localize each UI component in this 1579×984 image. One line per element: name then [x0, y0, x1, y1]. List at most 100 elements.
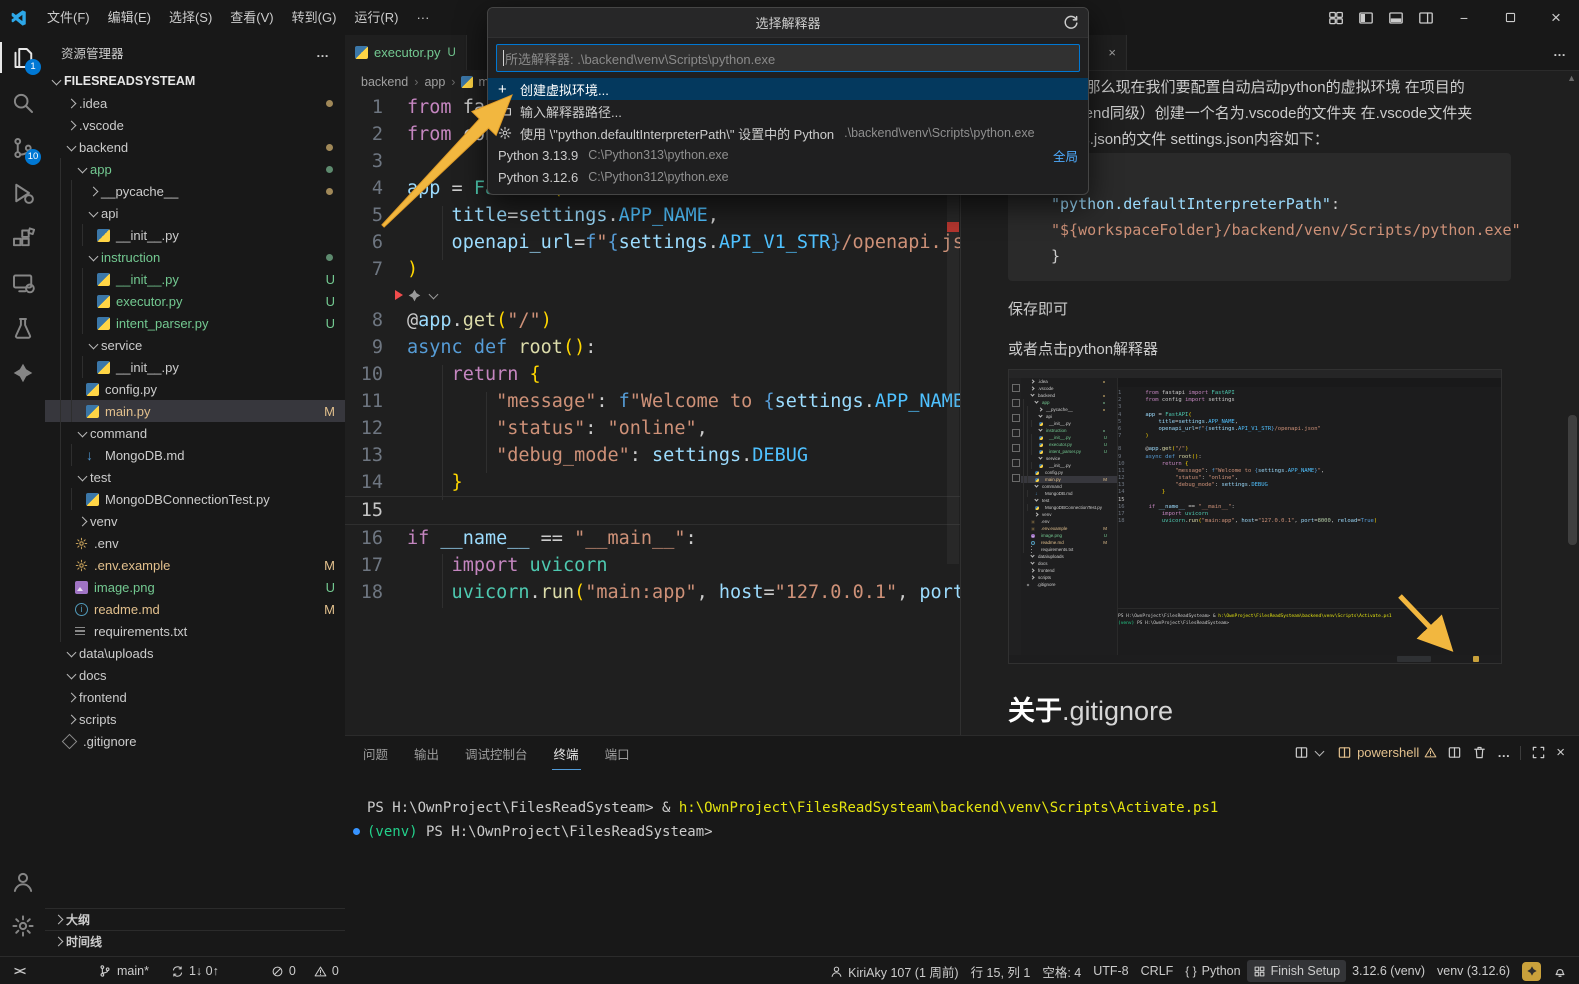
tree-item-test[interactable]: test — [45, 466, 345, 488]
interpreter-option[interactable]: + 创建虚拟环境... — [488, 78, 1088, 100]
outline-section[interactable]: 大纲 — [45, 908, 345, 930]
status-UTF-8[interactable]: UTF-8 — [1087, 960, 1134, 982]
activity-explorer[interactable]: 1 — [0, 35, 45, 80]
tree-item-.idea[interactable]: .idea — [45, 92, 345, 114]
sidebar-more-icon[interactable]: … — [316, 45, 329, 60]
preview-scrollbar[interactable] — [1568, 415, 1577, 545]
interpreter-option[interactable]: 输入解释器路径... — [488, 100, 1088, 122]
terminal-more-icon[interactable]: … — [1497, 745, 1510, 760]
toggle-sidebar-icon[interactable] — [1351, 0, 1381, 35]
activity-pinwheel-extension[interactable] — [0, 350, 45, 395]
status-空格: 4[interactable]: 空格: 4 — [1036, 960, 1087, 982]
launch-profile-button[interactable] — [1294, 745, 1327, 760]
layout-grid-icon[interactable] — [1321, 0, 1351, 35]
tree-item-main.py[interactable]: main.pyM — [45, 400, 345, 422]
tree-item-__init__.py[interactable]: __init__.pyU — [45, 268, 345, 290]
panel-tab-调试控制台[interactable]: 调试控制台 — [463, 736, 530, 770]
kill-terminal-icon[interactable] — [1472, 745, 1487, 760]
tab-executor-py[interactable]: executor.py U — [345, 35, 467, 70]
menu-选择(S)[interactable]: 选择(S) — [160, 7, 221, 29]
tree-item-readme.md[interactable]: ireadme.mdM — [45, 598, 345, 620]
workspace-section-header[interactable]: FILESREADSYSTEAM — [45, 70, 345, 92]
minimize-button[interactable]: − — [1441, 0, 1487, 35]
maximize-panel-icon[interactable] — [1531, 745, 1546, 760]
status-gold[interactable] — [1516, 960, 1547, 982]
activity-remote-explorer[interactable] — [0, 260, 45, 305]
tree-item-image.png[interactable]: image.pngU — [45, 576, 345, 598]
panel-tab-输出[interactable]: 输出 — [412, 736, 441, 770]
status-warning[interactable]: 0 — [308, 960, 345, 982]
activity-source-control[interactable]: 10 — [0, 125, 45, 170]
activity-extensions[interactable] — [0, 215, 45, 260]
status-bell[interactable] — [1547, 960, 1573, 982]
tree-item-frontend[interactable]: frontend — [45, 686, 345, 708]
maximize-button[interactable] — [1487, 0, 1533, 35]
toggle-panel-icon[interactable] — [1381, 0, 1411, 35]
tree-item-config.py[interactable]: config.py — [45, 378, 345, 400]
activity-run-debug[interactable] — [0, 170, 45, 215]
tree-item-venv[interactable]: venv — [45, 510, 345, 532]
tree-item-.env[interactable]: .env — [45, 532, 345, 554]
tree-item-api[interactable]: api — [45, 202, 345, 224]
tree-item-command[interactable]: command — [45, 422, 345, 444]
tree-item-.env.example[interactable]: .env.exampleM — [45, 554, 345, 576]
command-decoration[interactable] — [353, 828, 360, 835]
status-3.12.6 (venv)[interactable]: 3.12.6 (venv) — [1346, 960, 1431, 982]
menu-overflow-icon[interactable]: ··· — [407, 7, 438, 29]
tree-item-__pycache__[interactable]: __pycache__ — [45, 180, 345, 202]
panel-tab-端口[interactable]: 端口 — [603, 736, 632, 770]
menu-编辑(E)[interactable]: 编辑(E) — [99, 7, 160, 29]
menu-运行(R)[interactable]: 运行(R) — [345, 7, 407, 29]
breadcrumb-app[interactable]: app — [424, 75, 445, 89]
close-icon[interactable]: × — [1108, 45, 1116, 60]
tree-item-service[interactable]: service — [45, 334, 345, 356]
tree-item-requirements.txt[interactable]: requirements.txt — [45, 620, 345, 642]
terminal-tab-powershell[interactable]: powershell — [1337, 745, 1437, 760]
inline-chat-icon[interactable] — [407, 283, 441, 307]
status-branch[interactable]: main* — [92, 960, 155, 982]
close-panel-icon[interactable]: × — [1556, 744, 1565, 761]
tree-item-instruction[interactable]: instruction — [45, 246, 345, 268]
menu-文件(F)[interactable]: 文件(F) — [38, 7, 99, 29]
tree-item-MongoDB.md[interactable]: ↓MongoDB.md — [45, 444, 345, 466]
tree-item-MongoDBConnectionTest.py[interactable]: MongoDBConnectionTest.py — [45, 488, 345, 510]
tree-item-.vscode[interactable]: .vscode — [45, 114, 345, 136]
editor-more-icon[interactable]: … — [1553, 44, 1566, 59]
tree-item-data\uploads[interactable]: data\uploads — [45, 642, 345, 664]
global-link[interactable]: 全局 — [1053, 146, 1078, 165]
interpreter-input[interactable]: 所选解释器: .\backend\venv\Scripts\python.exe — [496, 44, 1080, 72]
breadcrumb-backend[interactable]: backend — [361, 75, 408, 89]
interpreter-option[interactable]: 使用 \"python.defaultInterpreterPath\" 设置中… — [488, 122, 1088, 144]
close-button[interactable]: × — [1533, 0, 1579, 35]
tree-item-scripts[interactable]: scripts — [45, 708, 345, 730]
interpreter-option[interactable]: Python 3.12.6 C:\Python312\python.exe — [488, 166, 1088, 188]
status-remote[interactable]: >< — [8, 960, 30, 982]
tree-item-intent_parser.py[interactable]: intent_parser.pyU — [45, 312, 345, 334]
tree-item-backend[interactable]: backend — [45, 136, 345, 158]
tree-item-.gitignore[interactable]: .gitignore — [45, 730, 345, 752]
status-行 15, 列 1[interactable]: 行 15, 列 1 — [965, 960, 1037, 982]
status-KiriAky 107 (1 周前)[interactable]: KiriAky 107 (1 周前) — [824, 960, 964, 982]
refresh-icon[interactable] — [1062, 13, 1080, 31]
menu-转到(G)[interactable]: 转到(G) — [283, 7, 346, 29]
tree-item-__init__.py[interactable]: __init__.py — [45, 224, 345, 246]
status-CRLF[interactable]: CRLF — [1135, 960, 1180, 982]
scroll-up-icon[interactable]: ▲ — [1567, 73, 1576, 83]
panel-tab-问题[interactable]: 问题 — [361, 736, 390, 770]
activity-search[interactable] — [0, 80, 45, 125]
status-error[interactable]: 0 — [265, 960, 302, 982]
tree-item-app[interactable]: app — [45, 158, 345, 180]
terminal[interactable]: PS H:\OwnProject\FilesReadSysteam> & h:\… — [353, 796, 1218, 844]
panel-tab-终端[interactable]: 终端 — [552, 736, 581, 770]
activity-testing[interactable] — [0, 305, 45, 350]
status-Python[interactable]: { } Python — [1179, 960, 1246, 982]
interpreter-option[interactable]: Python 3.13.9 C:\Python313\python.exe 全局 — [488, 144, 1088, 166]
menu-查看(V)[interactable]: 查看(V) — [221, 7, 282, 29]
status-Finish Setup[interactable]: Finish Setup — [1247, 960, 1346, 982]
status-venv (3.12.6)[interactable]: venv (3.12.6) — [1431, 960, 1516, 982]
activity-settings[interactable] — [0, 903, 45, 948]
timeline-section[interactable]: 时间线 — [45, 930, 345, 952]
activity-account[interactable] — [0, 859, 45, 904]
tree-item-__init__.py[interactable]: __init__.py — [45, 356, 345, 378]
tree-item-executor.py[interactable]: executor.pyU — [45, 290, 345, 312]
